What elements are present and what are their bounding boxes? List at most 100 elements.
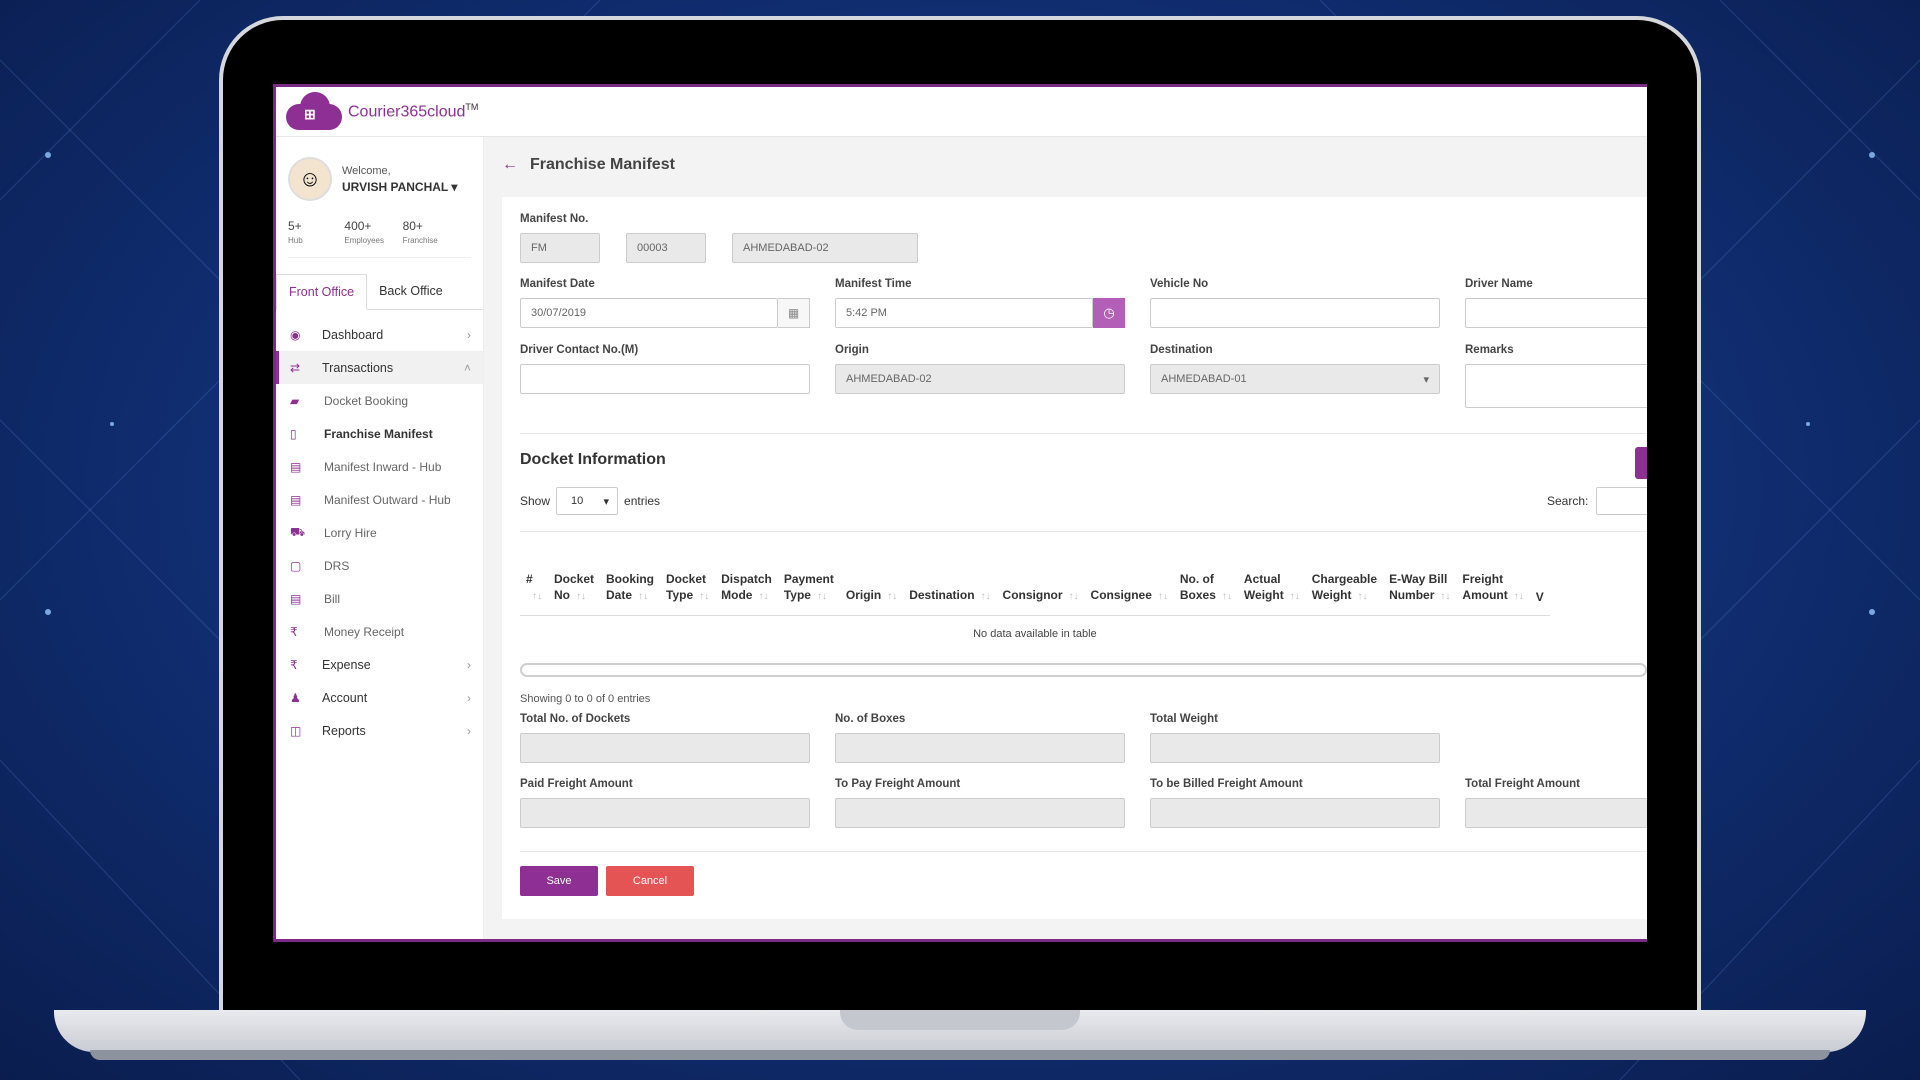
paid-freight-field	[520, 798, 810, 828]
save-button[interactable]: Save	[520, 866, 598, 896]
remarks-input[interactable]	[1465, 364, 1647, 408]
driver-contact-label: Driver Contact No.(M)	[520, 344, 639, 356]
sort-icon[interactable]: ↑↓	[638, 591, 648, 602]
column-header[interactable]: # ↑↓	[520, 547, 548, 616]
dashboard-icon: ◉	[290, 327, 301, 342]
sort-icon[interactable]: ↑↓	[981, 591, 991, 602]
avatar-icon: ☺	[288, 157, 332, 201]
sort-icon[interactable]: ↑↓	[1222, 591, 1232, 602]
driver-contact-input[interactable]	[520, 364, 810, 394]
column-header[interactable]: V	[1529, 547, 1550, 616]
sort-icon[interactable]: ↑↓	[699, 591, 709, 602]
search-label: Search:	[1547, 494, 1589, 508]
column-header[interactable]: Docket No ↑↓	[548, 547, 601, 616]
manifest-date-input[interactable]: 30/07/2019	[520, 298, 778, 328]
table-horizontal-scrollbar[interactable]	[520, 663, 1647, 677]
user-menu[interactable]: URVISH PANCHAL ▾	[342, 179, 457, 195]
origin-field: AHMEDABAD-02	[835, 364, 1125, 394]
laptop-notch	[840, 1010, 1080, 1030]
column-header[interactable]: Payment Type ↑↓	[777, 547, 840, 616]
clock-icon[interactable]: ◷	[1093, 298, 1125, 328]
column-header[interactable]: Actual Weight ↑↓	[1237, 547, 1306, 616]
stats-row: 5+ Hub 400+ Employees 80+ Franchise	[288, 211, 471, 258]
app-screen: ⊞ Courier365cloudTM ☺ Welcome, URVISH PA…	[273, 84, 1647, 942]
calendar-icon[interactable]: ▦	[778, 298, 810, 328]
show-label: Show	[520, 494, 551, 508]
brand-logo-icon[interactable]: ⊞	[286, 91, 342, 132]
sort-icon[interactable]: ↑↓	[1069, 591, 1079, 602]
manifest-branch-field: AHMEDABAD-02	[732, 233, 918, 263]
total-dockets-field	[520, 733, 810, 763]
sidebar-item-dashboard[interactable]: ◉ Dashboard ›	[276, 318, 483, 351]
office-tabs: Front Office Back Office	[276, 274, 483, 310]
billed-freight-label: To be Billed Freight Amount	[1150, 778, 1303, 790]
sort-icon[interactable]: ↑↓	[532, 591, 542, 602]
column-header[interactable]: Consignor ↑↓	[996, 547, 1085, 616]
sort-icon[interactable]: ↑↓	[1290, 591, 1300, 602]
boxes-label: No. of Boxes	[835, 713, 906, 725]
laptop-base-shadow	[90, 1050, 1830, 1060]
tab-back-office[interactable]: Back Office	[367, 274, 455, 309]
back-arrow-icon[interactable]: ←	[502, 156, 518, 174]
file-icon: ▤	[290, 459, 302, 474]
search-input[interactable]	[1596, 487, 1647, 515]
column-header[interactable]: Docket Type ↑↓	[660, 547, 716, 616]
sidebar-item-bill[interactable]: ▤ Bill	[276, 582, 483, 615]
tab-front-office[interactable]: Front Office	[276, 274, 368, 310]
driver-name-input[interactable]	[1465, 298, 1647, 328]
chevron-right-icon: ›	[467, 657, 471, 672]
chevron-right-icon: ›	[467, 690, 471, 705]
topay-freight-label: To Pay Freight Amount	[835, 778, 961, 790]
manifest-form: Manifest No. FM 00003 AHMEDABAD-02 Manif…	[502, 197, 1647, 919]
column-header[interactable]: E-Way Bill Number ↑↓	[1383, 547, 1457, 616]
sidebar-item-money-receipt[interactable]: ₹ Money Receipt	[276, 615, 483, 648]
column-header[interactable]: Freight Amount ↑↓	[1456, 547, 1530, 616]
users-icon: ♟	[290, 690, 301, 705]
sidebar-item-reports[interactable]: ◫ Reports ›	[276, 714, 483, 747]
vehicle-no-input[interactable]	[1150, 298, 1440, 328]
column-header[interactable]: Dispatch Mode ↑↓	[715, 547, 778, 616]
origin-label: Origin	[835, 344, 869, 356]
sort-icon[interactable]: ↑↓	[817, 591, 827, 602]
transfer-icon: ⇄	[290, 360, 301, 375]
column-header[interactable]: Consignee ↑↓	[1084, 547, 1174, 616]
book-icon: ▰	[290, 393, 300, 408]
sort-icon[interactable]: ↑↓	[576, 591, 586, 602]
total-weight-field	[1150, 733, 1440, 763]
sidebar-item-manifest-outward[interactable]: ▤ Manifest Outward - Hub	[276, 483, 483, 516]
sidebar-item-manifest-inward[interactable]: ▤ Manifest Inward - Hub	[276, 450, 483, 483]
entries-select[interactable]: 10 ▾	[556, 487, 619, 515]
column-header[interactable]: No. of Boxes ↑↓	[1173, 547, 1238, 616]
sidebar-item-franchise-manifest[interactable]: ▯ Franchise Manifest	[276, 417, 483, 450]
destination-select[interactable]: AHMEDABAD-01 ▾	[1150, 364, 1440, 394]
column-header[interactable]: Origin ↑↓	[839, 547, 904, 616]
reports-icon: ◫	[290, 723, 302, 738]
divider	[520, 531, 1647, 532]
sort-icon[interactable]: ↑↓	[1514, 591, 1524, 602]
sidebar-item-expense[interactable]: ₹ Expense ›	[276, 648, 483, 681]
cancel-button[interactable]: Cancel	[606, 866, 694, 896]
caret-down-icon: ▾	[1423, 373, 1429, 386]
docket-table: # ↑↓ Docket No ↑↓ Booking Date ↑↓ Docket Type ↑↓ Di…	[520, 547, 1550, 652]
welcome-text: Welcome,	[342, 165, 391, 177]
sidebar-item-transactions[interactable]: ⇄ Transactions ˄	[276, 351, 483, 384]
billed-freight-field	[1150, 798, 1440, 828]
sort-icon[interactable]: ↑↓	[887, 591, 897, 602]
sidebar-item-drs[interactable]: ▢ DRS	[276, 549, 483, 582]
column-header[interactable]: Booking Date ↑↓	[600, 547, 661, 616]
sort-icon[interactable]: ↑↓	[758, 591, 768, 602]
manifest-time-input[interactable]: 5:42 PM	[835, 298, 1093, 328]
sort-icon[interactable]: ↑↓	[1158, 591, 1168, 602]
total-weight-label: Total Weight	[1150, 713, 1218, 725]
sidebar-item-lorry-hire[interactable]: ⛟ Lorry Hire	[276, 516, 483, 549]
sort-icon[interactable]: ↑↓	[1357, 591, 1367, 602]
divider	[520, 851, 1647, 852]
column-header[interactable]: Destination ↑↓	[903, 547, 997, 616]
bill-icon: ▤	[290, 591, 302, 606]
sidebar-item-account[interactable]: ♟ Account ›	[276, 681, 483, 714]
paid-freight-label: Paid Freight Amount	[520, 778, 633, 790]
sort-icon[interactable]: ↑↓	[1440, 591, 1450, 602]
sidebar-item-docket-booking[interactable]: ▰ Docket Booking	[276, 384, 483, 417]
column-header[interactable]: Chargeable Weight ↑↓	[1305, 547, 1384, 616]
add-docket-button[interactable]	[1635, 447, 1647, 479]
